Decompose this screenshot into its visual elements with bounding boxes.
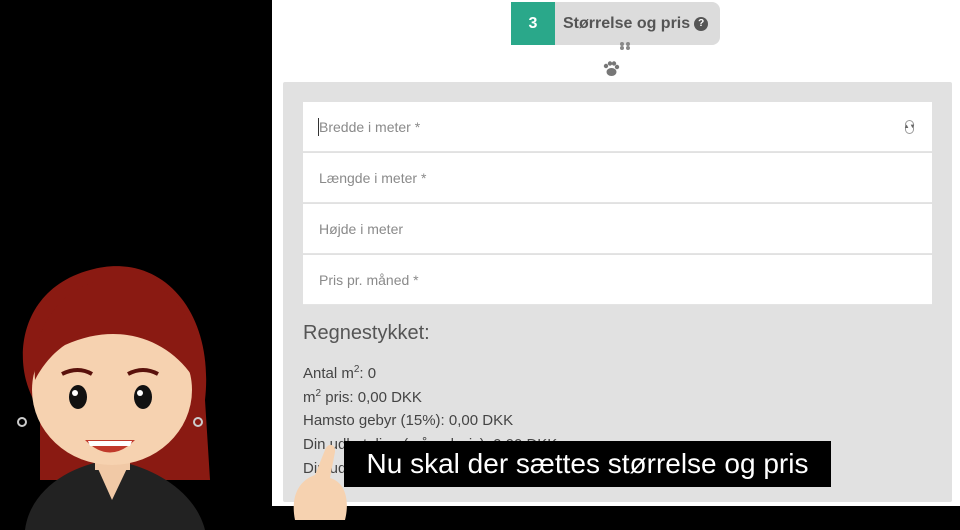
step-title-text: Størrelse og pris xyxy=(563,14,691,32)
video-subtitle: Nu skal der sættes størrelse og pris xyxy=(344,441,831,487)
text-cursor xyxy=(318,118,319,136)
paw-icon xyxy=(603,61,620,76)
number-spinner-icon[interactable]: ▲▼ xyxy=(904,120,915,134)
height-input[interactable] xyxy=(319,220,932,237)
question-circle-icon[interactable]: ? xyxy=(694,16,709,31)
length-field[interactable] xyxy=(303,153,932,203)
paw-small-icon xyxy=(620,42,630,50)
width-input[interactable] xyxy=(319,118,932,135)
presenter-character-illustration xyxy=(17,266,347,530)
height-field[interactable] xyxy=(303,204,932,254)
price-field[interactable] xyxy=(303,255,932,305)
length-input[interactable] xyxy=(319,169,932,186)
step-number: 3 xyxy=(511,2,555,45)
form-page: 3 Størrelse og pris ? ▲▼ Regnestykket: A… xyxy=(272,0,960,506)
price-input[interactable] xyxy=(319,271,932,288)
step-indicator: 3 Størrelse og pris ? xyxy=(511,2,721,45)
width-field[interactable]: ▲▼ xyxy=(303,102,932,152)
step-title: Størrelse og pris ? xyxy=(555,2,720,45)
form-card: ▲▼ Regnestykket: Antal m2: 0 m2 pris: 0,… xyxy=(283,82,952,502)
calc-area-value: : 0 xyxy=(359,365,377,382)
